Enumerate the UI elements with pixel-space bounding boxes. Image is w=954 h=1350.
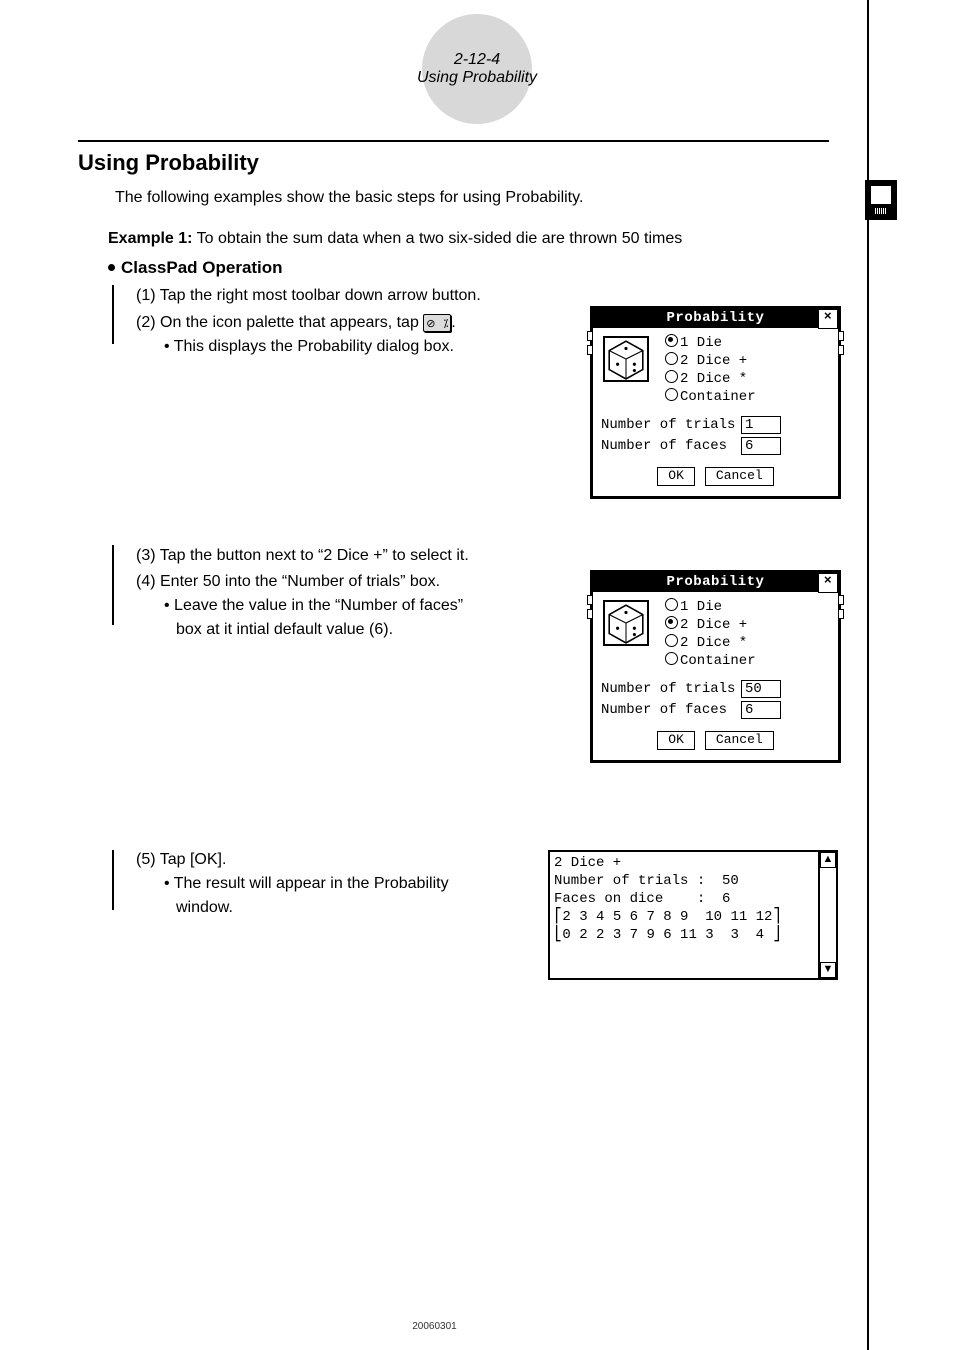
- faces-input[interactable]: 6: [741, 701, 781, 719]
- probability-palette-icon: [423, 314, 451, 332]
- example-line: Example 1: To obtain the sum data when a…: [108, 230, 682, 248]
- footer-date: 20060301: [0, 1321, 869, 1332]
- step-1: (1) Tap the right most toolbar down arro…: [136, 284, 481, 308]
- dialog-titlebar: Probability ×: [593, 573, 838, 592]
- step-4: (4) Enter 50 into the “Number of trials”…: [136, 570, 463, 642]
- cancel-button[interactable]: Cancel: [705, 731, 774, 750]
- close-icon[interactable]: ×: [818, 309, 838, 329]
- header-section-number: 2-12-4: [454, 51, 500, 69]
- step-rule-3: [112, 850, 114, 910]
- result-scrollbar[interactable]: ▲ ▼: [818, 852, 836, 978]
- example-label: Example 1:: [108, 230, 192, 247]
- header-section-title: Using Probability: [417, 69, 537, 87]
- step-3: (3) Tap the button next to “2 Dice +” to…: [136, 544, 469, 568]
- radio-container[interactable]: [665, 652, 678, 665]
- step-5: (5) Tap [OK]. • The result will appear i…: [136, 848, 449, 920]
- radio-2-dice-plus[interactable]: [665, 352, 678, 365]
- operation-header: ClassPad Operation: [108, 258, 283, 278]
- radio-2-dice-plus[interactable]: [665, 616, 678, 629]
- ok-button[interactable]: OK: [657, 731, 695, 750]
- dice-icon: [603, 600, 649, 646]
- device-tab-icon: [865, 180, 897, 220]
- faces-label: Number of faces: [601, 438, 741, 454]
- trials-label: Number of trials: [601, 417, 741, 433]
- step-5-note-a: • The result will appear in the Probabil…: [164, 872, 449, 896]
- result-line-2: Number of trials : 50: [554, 872, 832, 890]
- step-rule-2: [112, 545, 114, 625]
- step-5-note-b: window.: [176, 896, 449, 920]
- probability-dialog-1: Probability × 1 Die 2 Dice + 2 Dice * Co…: [590, 306, 841, 499]
- faces-input[interactable]: 6: [741, 437, 781, 455]
- step-4-note-b: box at it intial default value (6).: [176, 618, 463, 642]
- ok-button[interactable]: OK: [657, 467, 695, 486]
- result-line-5: ⎣0 2 2 3 7 9 6 11 3 3 4 ⎦: [554, 926, 832, 944]
- result-line-1: 2 Dice +: [554, 854, 832, 872]
- intro-text: The following examples show the basic st…: [115, 189, 583, 207]
- faces-label: Number of faces: [601, 702, 741, 718]
- trials-input[interactable]: 1: [741, 416, 781, 434]
- header-circle: 2-12-4 Using Probability: [422, 14, 532, 124]
- dialog-titlebar: Probability ×: [593, 309, 838, 328]
- trials-label: Number of trials: [601, 681, 741, 697]
- radio-1-die[interactable]: [665, 598, 678, 611]
- probability-dialog-2: Probability × 1 Die 2 Dice + 2 Dice * Co…: [590, 570, 841, 763]
- result-window: 2 Dice + Number of trials : 50 Faces on …: [548, 850, 838, 980]
- dialog-options: 1 Die 2 Dice + 2 Dice * Container: [665, 598, 756, 670]
- page-title: Using Probability: [78, 150, 259, 176]
- step-4-note-a: • Leave the value in the “Number of face…: [164, 594, 463, 618]
- dialog-options: 1 Die 2 Dice + 2 Dice * Container: [665, 334, 756, 406]
- step-rule-1: [112, 285, 114, 344]
- step-2: (2) On the icon palette that appears, ta…: [136, 311, 456, 359]
- title-rule: [78, 140, 829, 142]
- close-icon[interactable]: ×: [818, 573, 838, 593]
- result-line-3: Faces on dice : 6: [554, 890, 832, 908]
- cancel-button[interactable]: Cancel: [705, 467, 774, 486]
- radio-1-die[interactable]: [665, 334, 678, 347]
- example-text: To obtain the sum data when a two six-si…: [192, 230, 682, 247]
- radio-container[interactable]: [665, 388, 678, 401]
- radio-2-dice-mult[interactable]: [665, 634, 678, 647]
- radio-2-dice-mult[interactable]: [665, 370, 678, 383]
- trials-input[interactable]: 50: [741, 680, 781, 698]
- result-line-4: ⎡2 3 4 5 6 7 8 9 10 11 12⎤: [554, 908, 832, 926]
- step-2-note: • This displays the Probability dialog b…: [164, 335, 456, 359]
- scroll-down-icon[interactable]: ▼: [820, 962, 836, 978]
- scroll-up-icon[interactable]: ▲: [820, 852, 836, 868]
- dice-icon: [603, 336, 649, 382]
